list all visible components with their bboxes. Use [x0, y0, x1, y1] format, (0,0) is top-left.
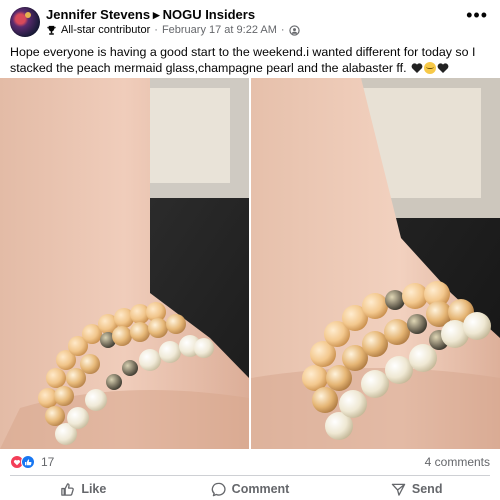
- comment-icon: [211, 482, 226, 496]
- black-heart-icon: [411, 63, 423, 73]
- group-name[interactable]: NOGU Insiders: [163, 7, 255, 22]
- send-label: Send: [411, 482, 443, 496]
- contributor-badge[interactable]: All-star contributor: [61, 24, 150, 36]
- meta-separator: ·: [280, 24, 285, 36]
- more-options-icon[interactable]: •••: [466, 6, 488, 24]
- comment-button[interactable]: Comment: [167, 478, 334, 500]
- trophy-icon: [47, 25, 56, 35]
- author-avatar[interactable]: [10, 7, 40, 37]
- caption-text: Hope everyone is having a good start to …: [10, 45, 476, 75]
- divider: [10, 475, 490, 476]
- smiling-face-icon: [423, 62, 436, 74]
- reaction-count[interactable]: 17: [41, 455, 54, 469]
- post-header: Jennifer Stevens ▸ NOGU Insiders All-star …: [0, 0, 500, 44]
- like-label: Like: [81, 482, 107, 496]
- post-meta: All-star contributor · February 17 at 9:…: [46, 24, 300, 36]
- group-privacy-icon: [288, 24, 300, 36]
- reaction-summary: 17 4 comments: [0, 451, 500, 473]
- meta-separator: ·: [154, 24, 158, 36]
- author-line: Jennifer Stevens ▸ NOGU Insiders: [46, 7, 255, 23]
- bracelet-photo-2[interactable]: [251, 78, 500, 449]
- comments-count[interactable]: 4 comments: [425, 455, 490, 469]
- photo-grid: [0, 78, 500, 449]
- caret-right-icon: ▸: [153, 7, 160, 22]
- bracelet-photo-1[interactable]: [0, 78, 249, 449]
- action-bar: Like Comment Send: [0, 478, 500, 500]
- comment-label: Comment: [231, 482, 290, 496]
- author-name[interactable]: Jennifer Stevens: [46, 7, 150, 22]
- reaction-icons[interactable]: [10, 455, 40, 469]
- like-button[interactable]: Like: [0, 478, 167, 500]
- send-icon: [391, 483, 406, 496]
- black-heart-icon: [437, 63, 449, 73]
- post-caption: Hope everyone is having a good start to …: [10, 44, 490, 76]
- post-date[interactable]: February 17 at 9:22 AM: [162, 24, 277, 36]
- thumbs-up-icon: [61, 482, 75, 496]
- send-button[interactable]: Send: [333, 478, 500, 500]
